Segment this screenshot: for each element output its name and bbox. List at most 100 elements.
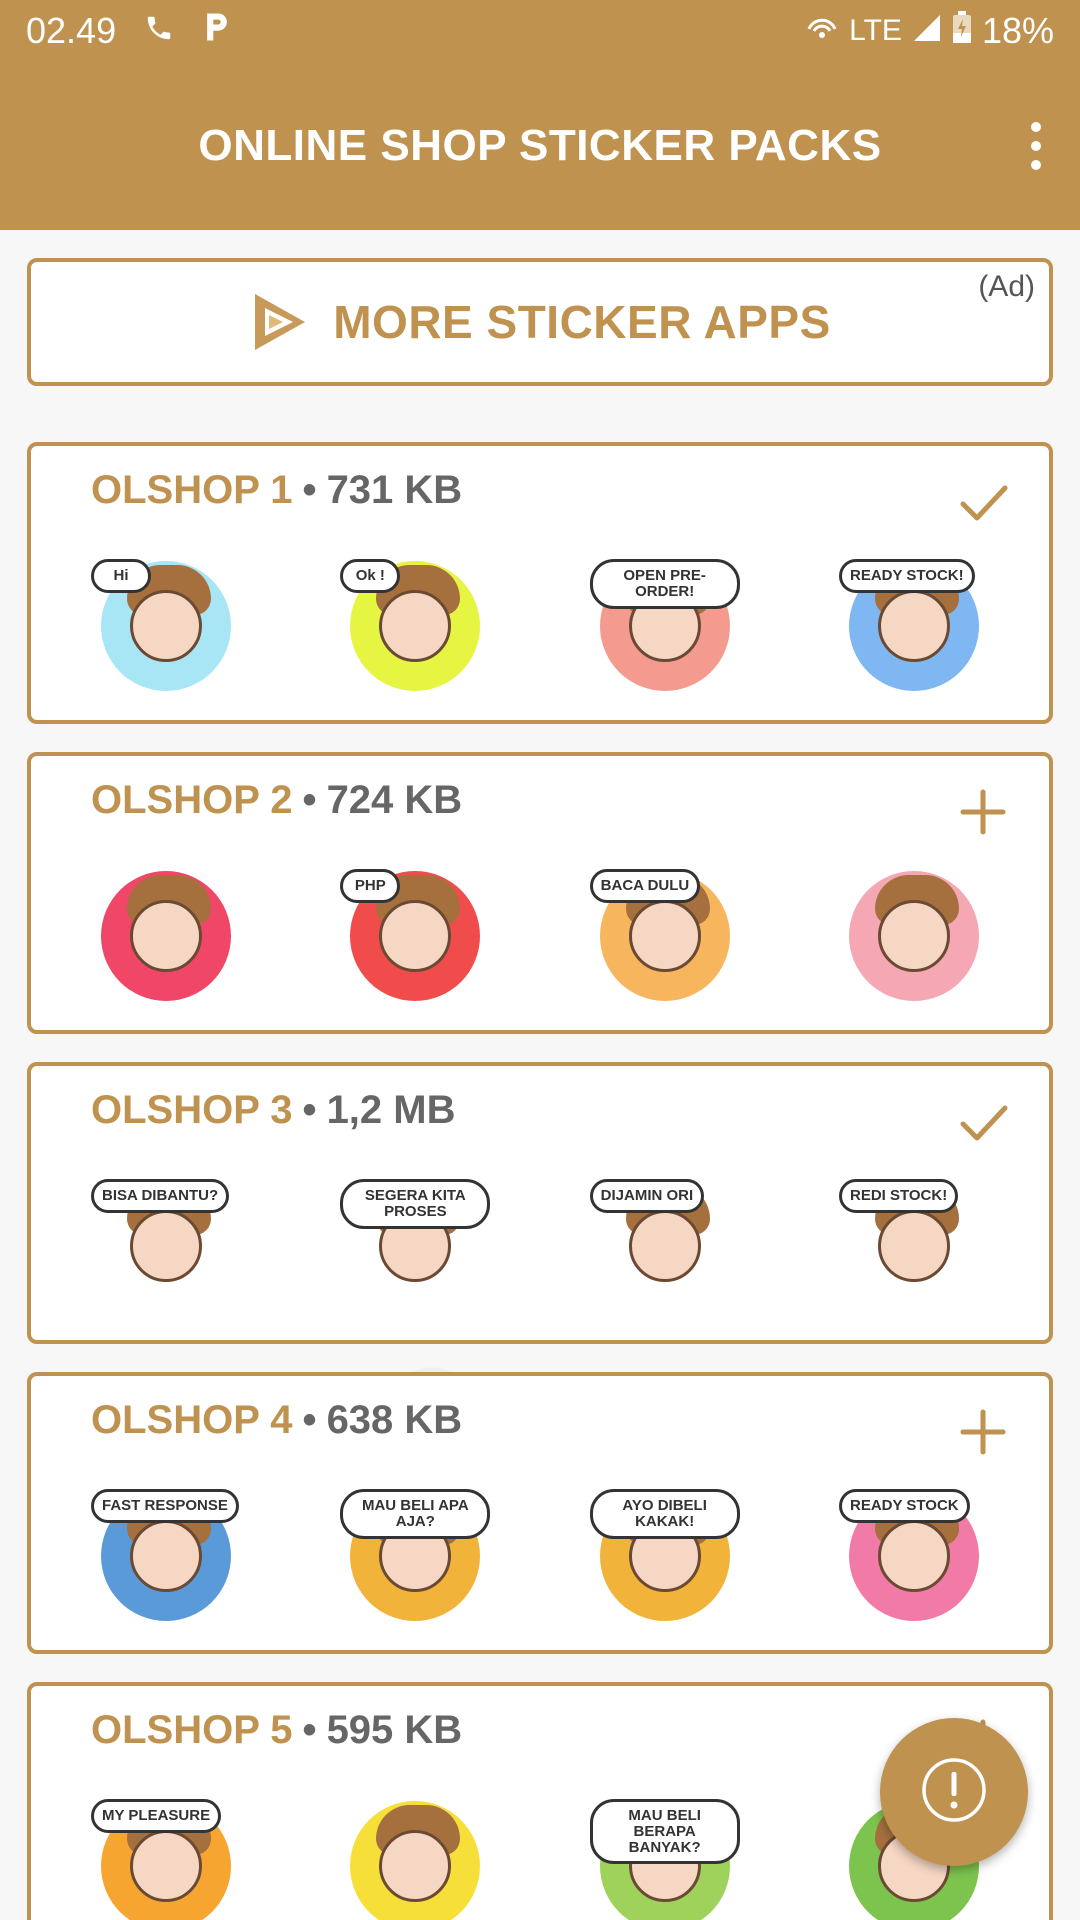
sticker-character-face: [130, 1210, 202, 1282]
sticker-character-face: [379, 900, 452, 972]
sticker-preview: MAU BELI APA AJA?: [340, 1481, 491, 1631]
sticker-caption: SEGERA KITA PROSES: [340, 1179, 491, 1229]
sticker-character-face: [877, 900, 950, 972]
sticker-character-face: [628, 900, 701, 972]
info-fab[interactable]: [880, 1718, 1028, 1866]
pack-name: OLSHOP 3: [91, 1088, 293, 1132]
info-icon: [918, 1754, 990, 1831]
sticker-preview: MY PLEASURE: [91, 1791, 241, 1920]
sticker-preview: [340, 1791, 490, 1920]
sticker-character-face: [130, 900, 202, 972]
battery-icon: [952, 10, 972, 52]
sticker-caption: REDI STOCK!: [838, 1179, 959, 1213]
phone-icon: [144, 10, 174, 52]
sticker-character-face: [130, 1830, 202, 1902]
sticker-caption: AYO DIBELI KAKAK!: [589, 1489, 740, 1539]
more-vert-icon-dot: [1031, 141, 1041, 151]
sticker-caption: READY STOCK: [838, 1489, 970, 1523]
sticker-preview: DIJAMIN ORI: [589, 1171, 740, 1321]
sticker-pack-card[interactable]: OLSHOP 1 • 731 KB Hi Ok ! OPEN PRE-ORDER! READ…: [27, 442, 1053, 724]
sticker-caption: FAST RESPONSE: [91, 1489, 239, 1523]
sticker-caption: MY PLEASURE: [91, 1799, 222, 1833]
sticker-preview: PHP: [340, 861, 490, 1011]
pack-separator: •: [302, 778, 317, 822]
sticker-character-face: [877, 590, 950, 662]
pack-separator: •: [302, 1088, 317, 1132]
sticker-preview-row: MY PLEASURE MAU BELI BERAPA BANYAK?: [71, 1786, 1009, 1920]
overflow-menu-button[interactable]: [1012, 114, 1060, 178]
pack-header: OLSHOP 3 • 1,2 MB: [91, 1088, 456, 1133]
sticker-pack-card[interactable]: OLSHOP 2 • 724 KB PHP BACA DULU: [27, 752, 1053, 1034]
pack-header: OLSHOP 1 • 731 KB: [91, 468, 462, 513]
sticker-caption: OPEN PRE-ORDER!: [589, 559, 740, 609]
sticker-caption: PHP: [340, 869, 401, 903]
pack-size: 638 KB: [326, 1398, 463, 1442]
pack-header: OLSHOP 2 • 724 KB: [91, 778, 462, 823]
more-vert-icon-dot: [1031, 160, 1041, 170]
status-time: 02.49: [26, 10, 117, 51]
added-check-icon[interactable]: [957, 476, 1009, 528]
battery-percent: 18%: [981, 10, 1054, 51]
app-title: ONLINE SHOP STICKER PACKS: [198, 121, 882, 170]
more-sticker-apps-button[interactable]: MORE STICKER APPS (Ad): [27, 258, 1053, 386]
sticker-pack-card[interactable]: OLSHOP 3 • 1,2 MB BISA DIBANTU? SEGERA KITA …: [27, 1062, 1053, 1344]
sticker-preview: MAU BELI BERAPA BANYAK?: [589, 1791, 740, 1920]
sticker-preview: [91, 861, 241, 1011]
sticker-character-face: [130, 590, 202, 662]
sticker-caption: BISA DIBANTU?: [91, 1179, 230, 1213]
pack-name: OLSHOP 2: [91, 778, 293, 822]
sticker-preview: SEGERA KITA PROSES: [340, 1171, 491, 1321]
pack-size: 731 KB: [326, 468, 463, 512]
sticker-preview: READY STOCK: [838, 1481, 989, 1631]
pack-separator: •: [302, 1708, 317, 1752]
status-bar: 02.49 LTE 18%: [0, 0, 1080, 62]
sticker-caption: Hi: [91, 559, 151, 593]
sticker-preview: REDI STOCK!: [838, 1171, 989, 1321]
sticker-preview: BISA DIBANTU?: [91, 1171, 241, 1321]
sticker-character-face: [379, 1830, 452, 1902]
play-store-icon: [249, 290, 309, 354]
sticker-preview: Ok !: [340, 551, 490, 701]
add-pack-button[interactable]: [957, 786, 1009, 838]
sticker-preview: AYO DIBELI KAKAK!: [589, 1481, 740, 1631]
sticker-character-face: [628, 1210, 701, 1282]
sticker-preview-row: PHP BACA DULU: [71, 856, 1009, 1016]
more-vert-icon: [1031, 122, 1041, 132]
sticker-character-face: [877, 1520, 950, 1592]
sticker-caption: BACA DULU: [589, 869, 701, 903]
pack-header: OLSHOP 4 • 638 KB: [91, 1398, 462, 1443]
sticker-preview: FAST RESPONSE: [91, 1481, 241, 1631]
sticker-preview: BACA DULU: [589, 861, 740, 1011]
sticker-preview: Hi: [91, 551, 241, 701]
sticker-character-face: [130, 1520, 202, 1592]
pack-size: 595 KB: [326, 1708, 463, 1752]
sticker-pack-card[interactable]: OLSHOP 4 • 638 KB FAST RESPONSE MAU BELI APA…: [27, 1372, 1053, 1654]
sticker-caption: READY STOCK!: [838, 559, 975, 593]
network-type: LTE: [849, 14, 902, 47]
more-sticker-apps-label: MORE STICKER APPS: [333, 296, 831, 348]
pack-name: OLSHOP 4: [91, 1398, 293, 1442]
sticker-preview: OPEN PRE-ORDER!: [589, 551, 740, 701]
pack-size: 724 KB: [326, 778, 463, 822]
sticker-preview: READY STOCK!: [838, 551, 989, 701]
wifi-call-icon: [805, 10, 839, 52]
sticker-caption: MAU BELI APA AJA?: [340, 1489, 491, 1539]
pack-name: OLSHOP 1: [91, 468, 293, 512]
sticker-character-face: [379, 590, 452, 662]
sticker-preview-row: FAST RESPONSE MAU BELI APA AJA? AYO DIBELI…: [71, 1476, 1009, 1636]
add-pack-button[interactable]: [957, 1406, 1009, 1458]
sticker-character-face: [877, 1210, 950, 1282]
sticker-preview-row: BISA DIBANTU? SEGERA KITA PROSES DIJAMIN O…: [71, 1166, 1009, 1326]
pack-separator: •: [302, 468, 317, 512]
sticker-caption: MAU BELI BERAPA BANYAK?: [589, 1799, 740, 1865]
sticker-caption: DIJAMIN ORI: [589, 1179, 705, 1213]
added-check-icon[interactable]: [957, 1096, 1009, 1148]
pack-name: OLSHOP 5: [91, 1708, 293, 1752]
app-bar: ONLINE SHOP STICKER PACKS: [0, 62, 1080, 230]
sticker-caption: Ok !: [340, 559, 401, 593]
ad-badge: (Ad): [978, 270, 1035, 303]
pack-header: OLSHOP 5 • 595 KB: [91, 1708, 462, 1753]
signal-icon: [912, 10, 942, 52]
sticker-preview: [839, 861, 989, 1011]
sticker-preview-row: Hi Ok ! OPEN PRE-ORDER! READY STOCK!: [71, 546, 1009, 706]
